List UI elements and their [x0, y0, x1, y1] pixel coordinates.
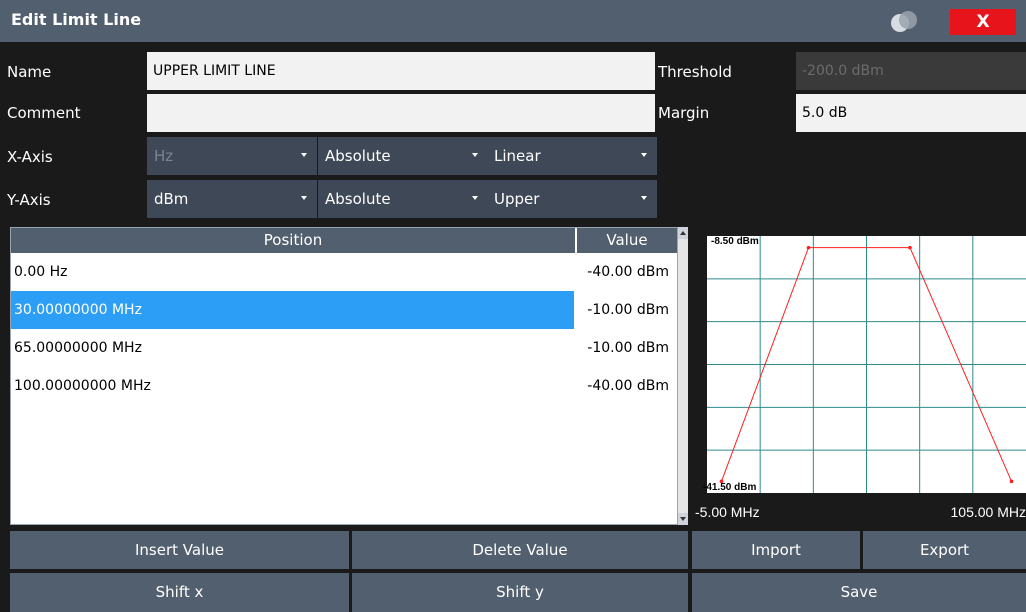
y-axis-type-select[interactable]: Upper	[487, 180, 657, 218]
limit-points-table: Position Value 0.00 Hz -40.00 dBm 30.000…	[10, 227, 678, 525]
table-row[interactable]: 30.00000000 MHz -10.00 dBm	[11, 291, 677, 329]
y-top-label: -8.50 dBm	[711, 236, 759, 247]
window-title: Edit Limit Line	[11, 10, 142, 29]
row-position[interactable]: 65.00000000 MHz	[14, 340, 142, 356]
shift-x-button[interactable]: Shift x	[10, 573, 349, 612]
dropdown-arrow-icon	[641, 153, 647, 157]
margin-label: Margin	[658, 104, 710, 122]
y-bottom-label: -41.50 dBm	[703, 482, 756, 493]
shift-y-button[interactable]: Shift y	[352, 573, 688, 612]
x-axis-scale-value: Linear	[494, 147, 541, 165]
dropdown-arrow-icon	[641, 196, 647, 200]
save-button[interactable]: Save	[692, 573, 1026, 612]
row-position[interactable]: 0.00 Hz	[14, 264, 68, 280]
value-column-header[interactable]: Value	[577, 228, 677, 253]
import-button[interactable]: Import	[692, 531, 860, 569]
row-value[interactable]: -40.00 dBm	[587, 378, 669, 394]
y-axis-unit-value: dBm	[154, 190, 189, 208]
x-axis-mode-select[interactable]: Absolute	[318, 137, 488, 175]
scroll-down-icon[interactable]	[678, 513, 688, 525]
close-button[interactable]: X	[950, 9, 1016, 35]
scroll-up-icon[interactable]	[678, 227, 688, 239]
y-axis-unit-select[interactable]: dBm	[147, 180, 317, 218]
y-axis-label: Y-Axis	[7, 191, 51, 209]
threshold-field: -200.0 dBm	[796, 52, 1026, 90]
limit-line-point	[806, 245, 811, 250]
x-axis-unit-select: Hz	[147, 137, 317, 175]
comment-label: Comment	[7, 104, 81, 122]
row-position[interactable]: 30.00000000 MHz	[14, 302, 142, 318]
insert-value-button[interactable]: Insert Value	[10, 531, 349, 569]
x-axis-label: X-Axis	[7, 148, 53, 166]
row-value[interactable]: -10.00 dBm	[587, 340, 669, 356]
x-axis-mode-value: Absolute	[325, 147, 391, 165]
x-axis-scale-select[interactable]: Linear	[487, 137, 657, 175]
x-axis-unit-value: Hz	[154, 147, 174, 165]
dropdown-arrow-icon	[301, 196, 307, 200]
delete-value-button[interactable]: Delete Value	[352, 531, 688, 569]
margin-field[interactable]: 5.0 dB	[796, 94, 1026, 132]
limit-line-point	[1009, 479, 1014, 484]
row-value[interactable]: -40.00 dBm	[587, 264, 669, 280]
name-label: Name	[7, 63, 52, 81]
dropdown-arrow-icon	[301, 153, 307, 157]
table-scrollbar[interactable]	[678, 239, 688, 513]
title-bar: Edit Limit Line X	[0, 0, 1026, 42]
comment-field[interactable]	[147, 94, 655, 132]
dropdown-arrow-icon	[472, 153, 478, 157]
name-field[interactable]: UPPER LIMIT LINE	[147, 52, 655, 90]
x-end-label: 105.00 MHz	[951, 504, 1026, 520]
table-row[interactable]: 0.00 Hz -40.00 dBm	[11, 253, 677, 291]
overlap-circles-icon[interactable]	[888, 9, 920, 35]
dropdown-arrow-icon	[472, 196, 478, 200]
table-row[interactable]: 100.00000000 MHz -40.00 dBm	[11, 367, 677, 405]
y-axis-type-value: Upper	[494, 190, 540, 208]
threshold-label: Threshold	[658, 63, 732, 81]
x-start-label: -5.00 MHz	[695, 504, 760, 520]
limit-line-point	[908, 245, 912, 250]
limit-line-preview: -8.50 dBm -41.50 dBm -5.00 MHz 105.00 MH…	[693, 227, 1026, 525]
y-axis-mode-select[interactable]: Absolute	[318, 180, 488, 218]
row-value[interactable]: -10.00 dBm	[587, 302, 669, 318]
row-position[interactable]: 100.00000000 MHz	[14, 378, 151, 394]
position-column-header[interactable]: Position	[11, 228, 575, 253]
y-axis-mode-value: Absolute	[325, 190, 391, 208]
limit-line-chart: -8.50 dBm -41.50 dBm -5.00 MHz 105.00 MH…	[695, 236, 1026, 520]
export-button[interactable]: Export	[863, 531, 1026, 569]
table-row[interactable]: 65.00000000 MHz -10.00 dBm	[11, 329, 677, 367]
